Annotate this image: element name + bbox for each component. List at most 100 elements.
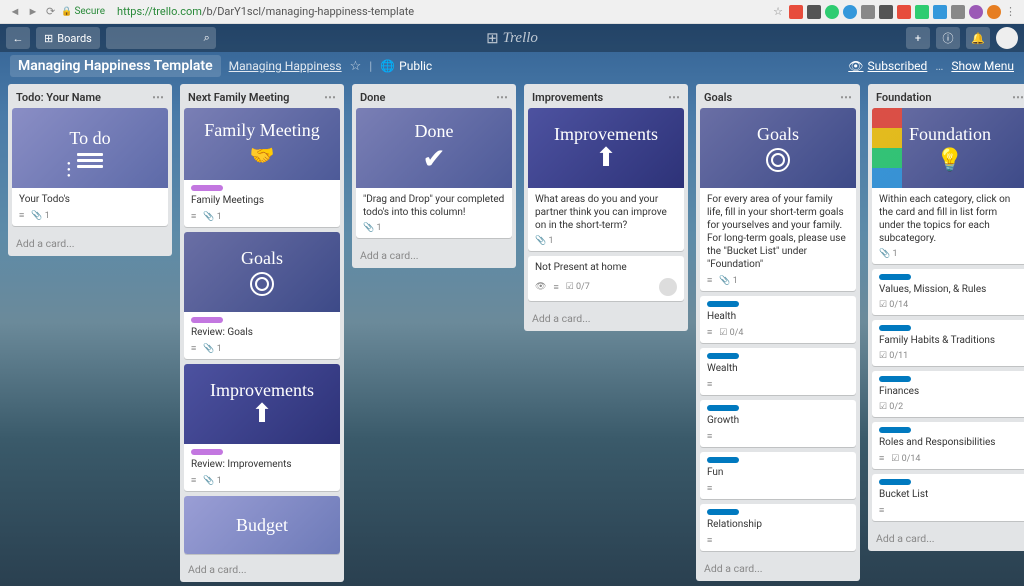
add-card-button[interactable]: Add a card... bbox=[524, 306, 688, 331]
search-input[interactable]: ⌕ bbox=[106, 27, 216, 49]
ext-icon[interactable] bbox=[915, 5, 929, 19]
list-menu-button[interactable]: ⋯ bbox=[152, 90, 164, 104]
ext-icon[interactable] bbox=[825, 5, 839, 19]
member-avatar[interactable] bbox=[659, 278, 677, 296]
subscribed-button[interactable]: 👁 Subscribed bbox=[848, 59, 927, 73]
browser-menu-icon[interactable]: ⋮ bbox=[1005, 5, 1016, 19]
browser-chrome: ◄ ► ⟳ Secure https://trello.com/b/DarY1s… bbox=[0, 0, 1024, 24]
user-avatar[interactable] bbox=[996, 27, 1018, 49]
card[interactable]: Family Meeting🤝Family Meetings≡📎 1 bbox=[184, 108, 340, 227]
ext-icon[interactable] bbox=[843, 5, 857, 19]
url-bar[interactable]: https://trello.com/b/DarY1scl/managing-h… bbox=[111, 3, 767, 20]
add-card-button[interactable]: Add a card... bbox=[696, 556, 860, 581]
card[interactable]: Values, Mission, & Rules☑ 0/14 bbox=[872, 269, 1024, 315]
ext-icon[interactable] bbox=[879, 5, 893, 19]
notifications-button[interactable]: 🔔 bbox=[966, 27, 990, 49]
back-to-home-button[interactable]: ← bbox=[6, 27, 30, 49]
card-title: What areas do you and your partner think… bbox=[535, 193, 677, 232]
boards-button[interactable]: ⊞ Boards bbox=[36, 27, 100, 49]
card-cover: Budget bbox=[184, 496, 340, 554]
card-cover: Foundation💡 bbox=[872, 108, 1024, 188]
list-menu-button[interactable]: ⋯ bbox=[324, 90, 336, 104]
secure-badge: Secure bbox=[61, 6, 105, 17]
show-menu-button[interactable]: Show Menu bbox=[951, 59, 1014, 73]
ext-icon[interactable] bbox=[969, 5, 983, 19]
list-header[interactable]: Done⋯ bbox=[352, 84, 516, 108]
card-label[interactable] bbox=[879, 325, 911, 331]
add-card-button[interactable]: Add a card... bbox=[352, 243, 516, 268]
list-header[interactable]: Todo: Your Name⋯ bbox=[8, 84, 172, 108]
list-menu-button[interactable]: ⋯ bbox=[668, 90, 680, 104]
card-label[interactable] bbox=[707, 457, 739, 463]
reload-button[interactable]: ⟳ bbox=[46, 5, 55, 18]
star-button[interactable]: ☆ bbox=[350, 59, 362, 74]
board-team-link[interactable]: Managing Happiness bbox=[229, 59, 342, 73]
add-card-button[interactable]: Add a card... bbox=[868, 526, 1024, 551]
card-label[interactable] bbox=[191, 449, 223, 455]
visibility-button[interactable]: 🌐 Public bbox=[380, 59, 432, 73]
card-label[interactable] bbox=[879, 427, 911, 433]
card-label[interactable] bbox=[879, 376, 911, 382]
card[interactable]: Finances☑ 0/2 bbox=[872, 371, 1024, 417]
forward-button[interactable]: ► bbox=[26, 5, 40, 19]
globe-icon: 🌐 bbox=[380, 59, 395, 73]
ext-icon[interactable] bbox=[933, 5, 947, 19]
card[interactable]: Growth≡ bbox=[700, 400, 856, 447]
list-menu-button[interactable]: ⋯ bbox=[840, 90, 852, 104]
ext-icon[interactable] bbox=[897, 5, 911, 19]
card[interactable]: GoalsReview: Goals≡📎 1 bbox=[184, 232, 340, 359]
description-icon: ≡ bbox=[707, 431, 712, 442]
list-menu-button[interactable]: ⋯ bbox=[496, 90, 508, 104]
add-card-button[interactable]: Add a card... bbox=[8, 231, 172, 256]
card[interactable]: Bucket List≡ bbox=[872, 474, 1024, 521]
card-label[interactable] bbox=[707, 405, 739, 411]
list-header[interactable]: Foundation ⋯ bbox=[868, 84, 1024, 108]
card[interactable]: Foundation💡Within each category, click o… bbox=[872, 108, 1024, 264]
card-body: Finances bbox=[872, 371, 1024, 402]
card-label[interactable] bbox=[707, 353, 739, 359]
card-label[interactable] bbox=[879, 479, 911, 485]
card[interactable]: Improvements⬆What areas do you and your … bbox=[528, 108, 684, 251]
card-label[interactable] bbox=[191, 317, 223, 323]
visibility-label: Public bbox=[399, 59, 432, 73]
bookmark-icon[interactable]: ☆ bbox=[773, 5, 783, 18]
list-header[interactable]: Goals⋯ bbox=[696, 84, 860, 108]
trello-logo[interactable]: Trello bbox=[486, 29, 538, 48]
card[interactable]: Health≡☑ 0/4 bbox=[700, 296, 856, 343]
create-button[interactable]: + bbox=[906, 27, 930, 49]
board-canvas: Todo: Your Name⋯To doYour Todo's≡📎 1 Add … bbox=[0, 80, 1024, 586]
card[interactable]: Fun≡ bbox=[700, 452, 856, 499]
info-button[interactable]: ⓘ bbox=[936, 27, 960, 49]
card[interactable]: Improvements⬆Review: Improvements≡📎 1 bbox=[184, 364, 340, 491]
card-title: Finances bbox=[879, 385, 1021, 398]
list-title: Foundation bbox=[876, 91, 931, 104]
add-card-button[interactable]: Add a card... bbox=[180, 557, 344, 582]
card[interactable]: Relationship≡ bbox=[700, 504, 856, 551]
card[interactable]: Not Present at home👁≡☑ 0/7 bbox=[528, 256, 684, 301]
card[interactable]: Family Habits & Traditions☑ 0/11 bbox=[872, 320, 1024, 366]
card[interactable]: Budget bbox=[184, 496, 340, 554]
back-button[interactable]: ◄ bbox=[8, 5, 22, 19]
attachment-badge: 📎 1 bbox=[363, 223, 382, 233]
card[interactable]: Wealth≡ bbox=[700, 348, 856, 395]
board-title[interactable]: Managing Happiness Template bbox=[10, 55, 221, 77]
card[interactable]: GoalsFor every area of your family life,… bbox=[700, 108, 856, 291]
ext-icon[interactable] bbox=[789, 5, 803, 19]
ext-icon[interactable] bbox=[807, 5, 821, 19]
list-header[interactable]: Improvements⋯ bbox=[524, 84, 688, 108]
card-label[interactable] bbox=[879, 274, 911, 280]
ext-icon[interactable] bbox=[951, 5, 965, 19]
list-menu-button[interactable]: ⋯ bbox=[1012, 90, 1024, 104]
card[interactable]: To doYour Todo's≡📎 1 bbox=[12, 108, 168, 226]
list-header[interactable]: Next Family Meeting⋯ bbox=[180, 84, 344, 108]
card-label[interactable] bbox=[707, 509, 739, 515]
description-icon: ≡ bbox=[19, 210, 24, 221]
ext-icon[interactable] bbox=[987, 5, 1001, 19]
ext-icon[interactable] bbox=[861, 5, 875, 19]
card-label[interactable] bbox=[707, 301, 739, 307]
card-title: Family Habits & Traditions bbox=[879, 334, 1021, 347]
card[interactable]: Done✔"Drag and Drop" your completed todo… bbox=[356, 108, 512, 238]
list: Done⋯Done✔"Drag and Drop" your completed… bbox=[352, 84, 516, 268]
card[interactable]: Roles and Responsibilities≡☑ 0/14 bbox=[872, 422, 1024, 469]
card-label[interactable] bbox=[191, 185, 223, 191]
